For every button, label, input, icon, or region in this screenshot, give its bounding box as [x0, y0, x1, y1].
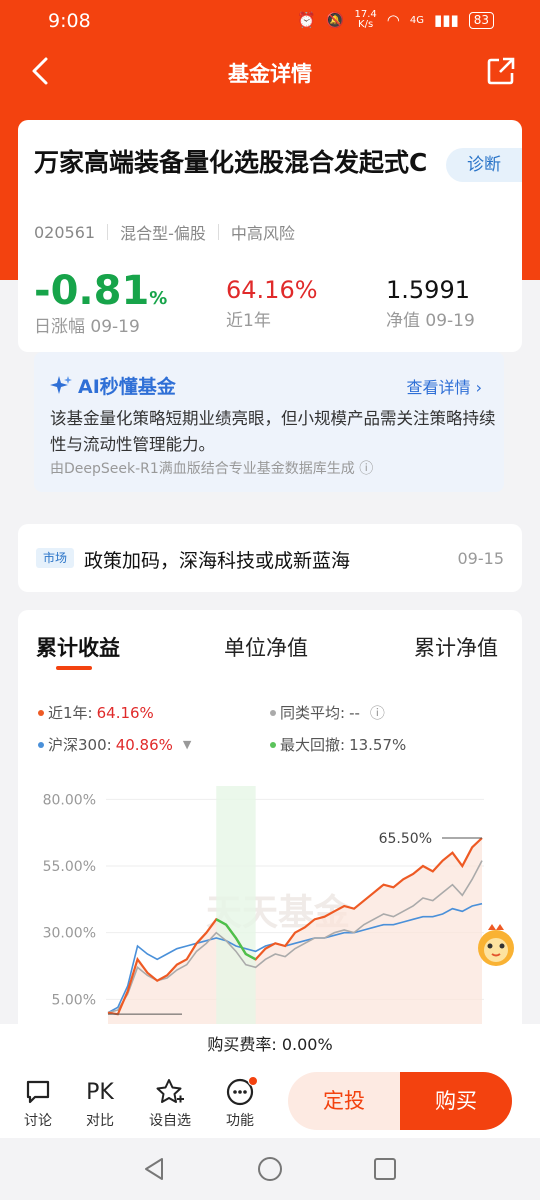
fund-code: 020561 — [34, 222, 96, 242]
daily-change-label: 日涨幅 09-19 — [34, 317, 140, 337]
legend-index[interactable]: 沪深300: 40.86% ▼ — [38, 734, 191, 755]
fund-risk: 中高风险 — [230, 224, 295, 243]
notification-dot — [248, 1076, 258, 1086]
chart-tabs: 累计收益 单位净值 累计净值 — [18, 632, 522, 672]
daily-change-unit: % — [149, 288, 168, 309]
tab-unit-nav[interactable]: 单位净值 — [224, 632, 308, 662]
alarm-icon: ⏰ — [297, 11, 316, 29]
signal-network: 4G — [409, 14, 424, 26]
news-item[interactable]: 市场 政策加码，深海科技或成新蓝海 09-15 — [18, 524, 522, 592]
share-icon[interactable] — [486, 56, 516, 86]
y-tick-label: 5.00% — [52, 992, 96, 1008]
add-watchlist-button[interactable]: 设自选 — [140, 1074, 200, 1130]
pk-icon: PK — [86, 1079, 114, 1105]
news-title: 政策加码，深海科技或成新蓝海 — [84, 550, 351, 572]
compare-button[interactable]: PK 对比 — [70, 1074, 130, 1130]
return-chart[interactable]: 80.00%55.00%30.00%5.00%天天基金65.50%-0.56% — [18, 770, 522, 1030]
bottom-action-bar: 讨论 PK 对比 设自选 功能 定投 购买 — [0, 1066, 540, 1138]
wifi-icon: ◠ — [386, 11, 400, 29]
legend-dot — [270, 709, 276, 716]
fund-summary-card: 万家高端装备量化选股混合发起式C 诊断 020561 混合型-偏股 中高风险 -… — [18, 120, 522, 352]
y-tick-label: 55.00% — [43, 859, 96, 875]
status-time: 9:08 — [48, 10, 91, 32]
tab-cumulative-nav[interactable]: 累计净值 — [414, 632, 498, 662]
nav-metric: 1.5991 净值 09-19 — [386, 276, 475, 331]
nav-value: 1.5991 — [386, 276, 470, 304]
y-tick-label: 30.00% — [43, 926, 96, 942]
legend-dot — [38, 709, 44, 716]
drawdown-band — [216, 786, 256, 1026]
info-icon[interactable]: ⓘ — [370, 702, 385, 723]
chat-icon — [26, 1080, 50, 1104]
sparkle-icon — [50, 375, 72, 394]
tab-cumulative-return[interactable]: 累计收益 — [36, 632, 120, 662]
ai-source: 由DeepSeek-R1满血版结合专业基金数据库生成 ⓘ — [50, 461, 374, 477]
chart-card: 累计收益 单位净值 累计净值 近1年: 64.16% 同类平均: -- ⓘ 沪深30… — [18, 610, 522, 1040]
legend-dot — [270, 741, 276, 748]
diagnose-button[interactable]: 诊断 — [446, 148, 522, 182]
ai-summary-box[interactable]: AI秒懂基金 查看详情 › 该基金量化策略短期业绩亮眼，但小规模产品需关注策略持… — [34, 352, 504, 492]
discuss-button[interactable]: 讨论 — [8, 1074, 68, 1130]
legend-fund: 近1年: 64.16% — [38, 702, 154, 723]
home-circle-icon[interactable] — [257, 1156, 283, 1182]
back-triangle-icon[interactable] — [142, 1156, 166, 1182]
divider — [217, 224, 219, 240]
status-bar: 9:08 ⏰ 🔕 17.4 K/s ◠ 4G ▮▮▮ 83 — [0, 0, 540, 40]
y-tick-label: 80.00% — [43, 792, 96, 808]
network-speed: 17.4 K/s — [354, 9, 377, 30]
news-tag: 市场 — [36, 548, 74, 568]
view-details-link[interactable]: 查看详情 › — [406, 374, 482, 398]
purchase-fee: 购买费率: 0.00% — [0, 1024, 540, 1066]
mascot-icon[interactable] — [470, 920, 522, 972]
fund-tags: 020561 混合型-偏股 中高风险 — [34, 220, 295, 244]
year-return-value: 64.16% — [226, 276, 318, 304]
nav-label: 净值 09-19 — [386, 311, 475, 331]
star-plus-icon — [156, 1079, 184, 1103]
legend-peer: 同类平均: -- ⓘ — [270, 702, 385, 723]
nav-bar: 基金详情 — [0, 44, 540, 100]
ai-summary-text: 该基金量化策略短期业绩亮眼，但小规模产品需关注策略持续性与流动性管理能力。 — [50, 409, 496, 454]
news-date: 09-15 — [457, 549, 505, 568]
battery-icon: 83 — [468, 11, 494, 29]
ai-title-text: AI秒懂基金 — [78, 376, 176, 398]
daily-change-metric: -0.81% 日涨幅 09-19 — [34, 268, 167, 337]
dropdown-icon[interactable]: ▼ — [183, 738, 191, 751]
system-nav-bar — [0, 1138, 540, 1200]
daily-change-value: -0.81 — [34, 268, 150, 314]
legend-drawdown: 最大回撤: 13.57% — [270, 734, 406, 755]
functions-button[interactable]: 功能 — [210, 1074, 270, 1130]
mute-icon: 🔕 — [325, 11, 345, 29]
sip-button[interactable]: 定投 — [288, 1072, 400, 1130]
year-return-metric: 64.16% 近1年 — [226, 276, 318, 331]
buy-button[interactable]: 购买 — [400, 1072, 512, 1130]
signal-icon: ▮▮▮ — [433, 11, 459, 29]
divider — [107, 224, 109, 240]
chevron-right-icon: › — [475, 378, 482, 397]
max-annotation: 65.50% — [379, 831, 432, 847]
status-icons: ⏰ 🔕 17.4 K/s ◠ 4G ▮▮▮ 83 — [297, 10, 494, 30]
active-tab-indicator — [56, 666, 92, 670]
legend-dot — [38, 741, 44, 748]
ai-title: AI秒懂基金 — [50, 372, 176, 399]
year-return-label: 近1年 — [226, 311, 271, 331]
recents-square-icon[interactable] — [373, 1157, 397, 1181]
fund-name: 万家高端装备量化选股混合发起式C — [34, 148, 428, 177]
page-title: 基金详情 — [228, 62, 312, 86]
fund-type: 混合型-偏股 — [120, 224, 206, 243]
info-icon[interactable]: ⓘ — [359, 461, 373, 477]
